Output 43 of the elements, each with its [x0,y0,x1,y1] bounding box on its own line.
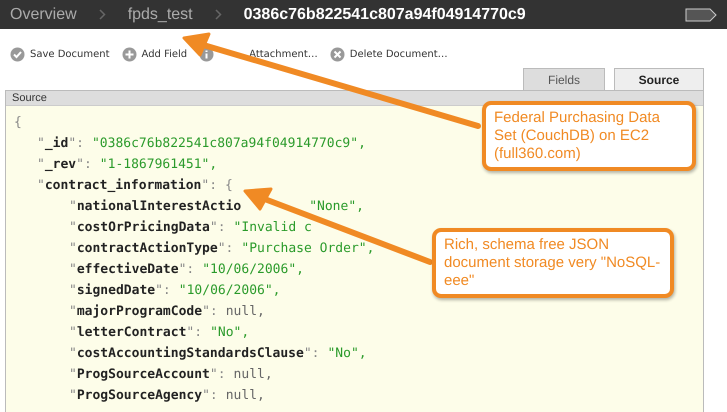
json-value: "10/06/2006", [178,282,281,300]
json-key: "effectiveDate": [69,259,194,280]
breadcrumb-link[interactable]: Overview [10,6,77,24]
callout: Federal Purchasing Data Set (CouchDB) on EC2 (full360.com) [482,101,696,171]
chevron-icon [214,9,222,20]
json-key: "majorProgramCode": [69,301,218,322]
chevron-icon [98,9,106,20]
json-key: "contractActionType": [69,238,234,259]
json-value: "No", [327,345,367,363]
json-value: "Invalid c [234,219,312,237]
json-value: "Purchase Order", [241,240,374,258]
toolbar-button[interactable]: Save Document [10,45,110,63]
close-icon [330,46,345,62]
check-icon [10,46,25,62]
breadcrumb-link[interactable]: 0386c76b822541c807a94f04914770c9 [244,6,526,24]
tab[interactable]: Source [614,68,704,90]
json-key: "_rev": [37,154,92,175]
json-key: "costAccountingStandardsClause": [69,343,320,364]
tab[interactable]: Fields [523,68,605,90]
json-key: "signedDate": [69,280,171,301]
json-key: "ProgSourceAgency": [69,385,218,406]
json-key: "letterContract": [69,322,202,343]
json-value: null, [226,303,265,321]
breadcrumb-link[interactable]: fpds_test [128,6,193,24]
json-key: "contract_information": [37,175,218,196]
json-value: "None", [309,198,364,216]
json-value: null, [234,366,273,384]
toolbar-button[interactable]: Delete Document… [330,45,448,63]
json-key: "costOrPricingData": [69,217,226,238]
json-key: "_id": [37,133,84,154]
code-brace: { [14,114,22,132]
json-value: "1-1867961451", [100,156,218,174]
plus-icon [122,46,137,62]
json-value: "No", [210,324,250,342]
toolbar-button[interactable]: Add Field [122,45,188,63]
json-value: "10/06/2006", [202,261,304,279]
json-key: "ProgSourceAccount": [69,364,226,385]
json-key: "nationalInterestActio [69,196,242,217]
tag-icon[interactable] [685,8,717,22]
callout: Rich, schema free JSON document storage very "NoSQL-eee" [432,228,674,298]
json-value: "0386c76b822541c807a94f04914770c9", [92,135,366,153]
json-value: { [225,177,233,195]
json-value: null, [226,387,265,405]
